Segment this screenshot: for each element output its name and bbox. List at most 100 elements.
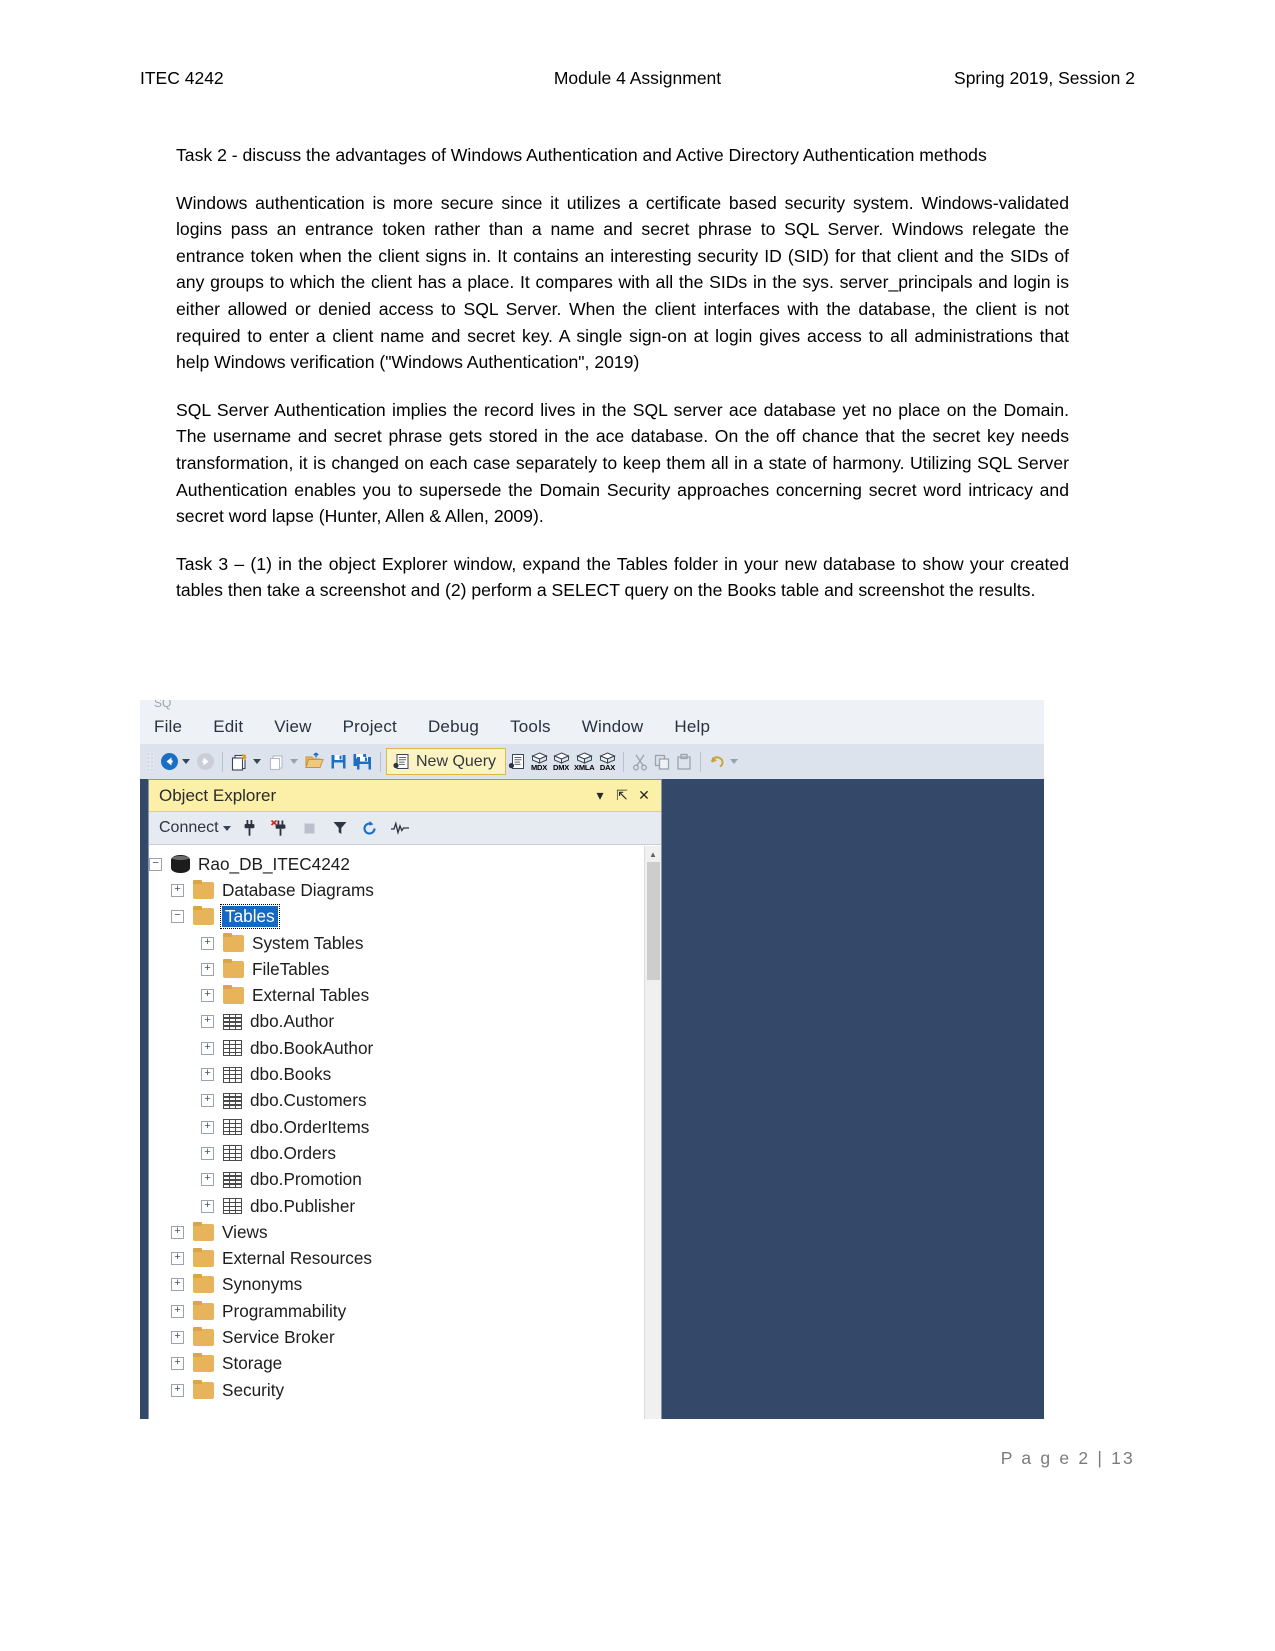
disconnect-object-explorer-button[interactable] [265, 819, 295, 837]
scroll-up-arrow-icon[interactable]: ▲ [645, 846, 661, 862]
object-explorer-tree[interactable]: − Rao_DB_ITEC4242 + Database Diagrams − … [149, 846, 661, 1419]
tree-node-filetables[interactable]: + FileTables [201, 956, 661, 982]
menu-item-project[interactable]: Project [343, 717, 397, 737]
folder-icon [193, 1353, 214, 1373]
save-all-button[interactable] [350, 749, 375, 775]
menu-item-window[interactable]: Window [582, 717, 644, 737]
save-button[interactable] [327, 749, 350, 775]
panel-menu-chevron-down-icon[interactable]: ▾ [589, 787, 611, 804]
back-dropdown-caret-icon[interactable] [182, 759, 190, 764]
xmla-label: XMLA [574, 762, 595, 772]
new-xmla-query-button[interactable]: XMLA [572, 749, 596, 775]
undo-dropdown-caret-icon[interactable] [730, 759, 739, 764]
expander-plus-icon[interactable]: + [201, 1068, 214, 1082]
tree-node-security[interactable]: + Security [171, 1377, 661, 1403]
table-icon [223, 1171, 242, 1188]
paste-button[interactable] [673, 749, 695, 775]
expander-plus-icon[interactable]: + [201, 1173, 214, 1187]
tree-node-views[interactable]: + Views [171, 1219, 661, 1245]
tree-node-dbo-customers[interactable]: + dbo.Customers [201, 1088, 661, 1114]
new-dax-query-button[interactable]: DAX [596, 749, 618, 775]
filter-button[interactable] [325, 820, 355, 836]
menu-item-edit[interactable]: Edit [213, 717, 243, 737]
expander-minus-icon[interactable]: − [149, 857, 162, 871]
expander-plus-icon[interactable]: + [171, 1252, 184, 1266]
refresh-button[interactable] [355, 820, 385, 837]
connect-button[interactable]: Connect [159, 819, 219, 837]
menu-item-debug[interactable]: Debug [428, 717, 479, 737]
stop-square-icon [304, 823, 315, 833]
new-project-button[interactable] [228, 749, 252, 775]
tree-node-dbo-orders[interactable]: + dbo.Orders [201, 1140, 661, 1166]
new-dmx-query-button[interactable]: DMX [550, 749, 572, 775]
expander-plus-icon[interactable]: + [201, 962, 214, 976]
open-file-button[interactable] [302, 749, 327, 775]
folder-icon [193, 1300, 214, 1320]
tree-node-service-broker[interactable]: + Service Broker [171, 1324, 661, 1350]
stop-button[interactable] [295, 822, 325, 835]
expander-plus-icon[interactable]: + [171, 1304, 184, 1318]
scrollbar-thumb[interactable] [647, 862, 660, 980]
menu-item-file[interactable]: File [154, 717, 182, 737]
expander-plus-icon[interactable]: + [201, 1146, 214, 1160]
toolbar-separator-1 [222, 751, 223, 772]
expander-plus-icon[interactable]: + [171, 1357, 184, 1371]
connect-dropdown-caret-icon[interactable] [222, 825, 231, 831]
new-analysis-query-button[interactable] [506, 749, 528, 775]
activity-monitor-button[interactable] [385, 821, 415, 835]
expander-plus-icon[interactable]: + [201, 936, 214, 950]
expander-plus-icon[interactable]: + [171, 883, 184, 897]
tree-node-database[interactable]: − Rao_DB_ITEC4242 [149, 851, 661, 877]
tree-node-dbo-author[interactable]: + dbo.Author [201, 1009, 661, 1035]
tree-node-dbo-books[interactable]: + dbo.Books [201, 1061, 661, 1087]
navigate-backward-button[interactable] [158, 749, 181, 775]
new-file-button[interactable] [265, 749, 289, 775]
tree-node-dbo-bookauthor[interactable]: + dbo.BookAuthor [201, 1035, 661, 1061]
expander-plus-icon[interactable]: + [171, 1225, 184, 1239]
new-project-dropdown-caret-icon[interactable] [253, 759, 261, 764]
tree-node-tables[interactable]: − Tables [171, 904, 661, 930]
menu-item-view[interactable]: View [274, 717, 311, 737]
expander-plus-icon[interactable]: + [171, 1278, 184, 1292]
navigate-forward-button[interactable] [194, 749, 217, 775]
tree-node-dbo-orderitems[interactable]: + dbo.OrderItems [201, 1114, 661, 1140]
copy-button[interactable] [651, 749, 673, 775]
tree-node-system-tables[interactable]: + System Tables [201, 930, 661, 956]
expander-plus-icon[interactable]: + [201, 1094, 214, 1108]
panel-close-icon[interactable]: ✕ [633, 787, 655, 804]
panel-pin-icon[interactable]: ⇱ [611, 787, 633, 804]
expander-plus-icon[interactable]: + [201, 1041, 214, 1055]
tree-node-storage[interactable]: + Storage [171, 1351, 661, 1377]
new-query-label: New Query [416, 752, 497, 770]
expander-plus-icon[interactable]: + [171, 1383, 184, 1397]
tree-node-label: dbo.BookAuthor [250, 1037, 374, 1058]
expander-minus-icon[interactable]: − [171, 910, 184, 924]
tree-node-dbo-promotion[interactable]: + dbo.Promotion [201, 1167, 661, 1193]
expander-plus-icon[interactable]: + [171, 1330, 184, 1344]
tree-node-synonyms[interactable]: + Synonyms [171, 1272, 661, 1298]
expander-plus-icon[interactable]: + [201, 989, 214, 1003]
editor-area[interactable] [662, 779, 1044, 1419]
expander-plus-icon[interactable]: + [201, 1199, 214, 1213]
tree-node-external-tables[interactable]: + External Tables [201, 982, 661, 1008]
expander-plus-icon[interactable]: + [201, 1120, 214, 1134]
undo-button[interactable] [706, 749, 729, 775]
cut-button[interactable] [629, 749, 651, 775]
tree-node-database-diagrams[interactable]: + Database Diagrams [171, 877, 661, 903]
expander-plus-icon[interactable]: + [201, 1015, 214, 1029]
connect-object-explorer-button[interactable] [235, 819, 265, 837]
new-query-button[interactable]: New Query [386, 748, 507, 775]
new-file-dropdown-caret-icon[interactable] [290, 759, 298, 764]
menu-item-help[interactable]: Help [674, 717, 710, 737]
new-file-icon [269, 754, 283, 770]
new-mdx-query-button[interactable]: MDX [528, 749, 550, 775]
tree-node-external-resources[interactable]: + External Resources [171, 1245, 661, 1271]
tree-node-dbo-publisher[interactable]: + dbo.Publisher [201, 1193, 661, 1219]
window-titlebar-sliver: SQ [140, 700, 1044, 710]
tree-scrollbar[interactable]: ▲ [644, 846, 661, 1419]
menu-item-tools[interactable]: Tools [510, 717, 551, 737]
running-header: ITEC 4242 Module 4 Assignment Spring 201… [140, 68, 1135, 89]
tree-node-programmability[interactable]: + Programmability [171, 1298, 661, 1324]
toolbar-grip[interactable] [146, 751, 154, 772]
tree-node-label: dbo.Books [250, 1064, 332, 1085]
